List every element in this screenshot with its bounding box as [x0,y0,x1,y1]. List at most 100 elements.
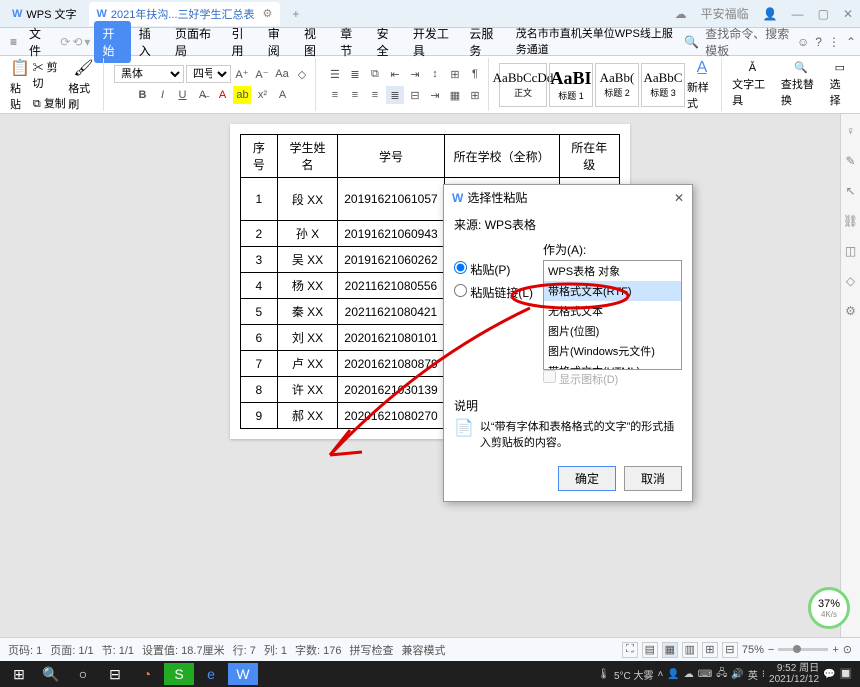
find-replace-button[interactable]: 🔍查找替换 [781,61,822,108]
tab-settings-icon[interactable]: ⚙ [263,7,273,20]
app-task-3[interactable]: e [196,663,226,685]
font-color-icon[interactable]: A [213,86,231,104]
format-item[interactable]: 图片(Windows元文件) [544,341,681,361]
collapse-ribbon-icon[interactable]: ⌃ [846,35,856,49]
more-icon[interactable]: ⋮ [828,35,840,49]
style-heading3[interactable]: AaBbC标题 3 [641,63,685,107]
help-icon[interactable]: ? [815,35,822,49]
increase-indent-icon[interactable]: ⇥ [406,65,424,83]
menu-start[interactable]: 开始 [94,21,130,63]
select-button[interactable]: ▭选择 [830,61,850,108]
app-task-wps[interactable]: W [228,663,258,685]
format-item[interactable]: 带格式文本(HTML) [544,361,681,370]
style-heading1[interactable]: AaBI标题 1 [549,63,593,107]
shrink-font-icon[interactable]: A⁻ [253,65,271,83]
app-tab[interactable]: W WPS 文字 [4,2,85,26]
tray-volume-icon[interactable]: 🔊 [731,669,743,680]
view-outline-icon[interactable]: ⊞ [702,642,718,658]
format-item[interactable]: 图片(位图) [544,321,681,341]
alignment-icon[interactable]: ⊞ [446,65,464,83]
window-close-button[interactable]: ✕ [840,7,856,21]
tray-chevron-icon[interactable]: ˄ [658,669,664,680]
tray-ime[interactable]: 英 [748,667,758,682]
show-marks-icon[interactable]: ¶ [466,65,484,83]
sidebar-settings-icon[interactable]: ⚙ [845,304,856,318]
sidebar-chain-icon[interactable]: ⛓ [843,214,858,228]
align-left-icon[interactable]: ≡ [326,86,344,104]
style-normal[interactable]: AaBbCcDd正文 [499,63,547,107]
zoom-value[interactable]: 75% [742,644,764,656]
dialog-close-button[interactable]: ✕ [674,191,684,205]
font-size-combo[interactable]: 四号 [186,65,231,83]
tab-stop-icon[interactable]: ⇥ [426,86,444,104]
menu-page-layout[interactable]: 页面布局 [167,21,224,63]
copy-icon[interactable]: ⧉ [33,98,41,110]
user-name[interactable]: 平安福临 [698,5,752,22]
new-style-button[interactable]: A̲新样式 [687,59,717,111]
sidebar-shapes-icon[interactable]: ◇ [846,274,855,288]
highlight-icon[interactable]: ab [233,86,251,104]
sidebar-filter-icon[interactable]: ♀ [846,124,855,138]
paste-label[interactable]: 粘贴 [10,80,31,112]
paste-link-radio[interactable]: 粘贴链接(L) [454,284,533,301]
bold-icon[interactable]: B [133,86,151,104]
bullet-list-icon[interactable]: ☰ [326,65,344,83]
menu-review[interactable]: 审阅 [260,21,296,63]
status-pages[interactable]: 页面: 1/1 [50,642,93,658]
align-justify-icon[interactable]: ≣ [386,86,404,104]
tray-cloud-icon[interactable]: ☁ [684,669,694,680]
menu-devtools[interactable]: 开发工具 [405,21,462,63]
user-avatar-icon[interactable]: 👤 [760,7,781,21]
menu-sections[interactable]: 章节 [332,21,368,63]
menu-view[interactable]: 视图 [296,21,332,63]
status-pos[interactable]: 设置值: 18.7厘米 [142,642,225,658]
multilevel-list-icon[interactable]: ⧉ [366,65,384,83]
menu-insert[interactable]: 插入 [131,21,167,63]
clear-format-icon[interactable]: ◇ [293,65,311,83]
status-compat[interactable]: 兼容模式 [402,642,446,658]
cut-icon[interactable]: ✂ [33,62,44,74]
tray-notify-icon[interactable]: 💬 [823,669,835,680]
file-menu[interactable]: 文件 [23,25,56,59]
view-web-icon[interactable]: ▥ [682,642,698,658]
zoom-out-button[interactable]: − [768,644,774,656]
window-maximize-button[interactable]: ▢ [815,7,832,21]
zoom-in-button[interactable]: + [832,644,838,656]
menu-cloud[interactable]: 云服务 [461,21,507,63]
view-fullscreen-icon[interactable]: ⛶ [622,642,638,658]
format-item[interactable]: WPS表格 对象 [544,261,681,281]
paste-radio[interactable]: 粘贴(P) [454,261,533,278]
view-read-icon[interactable]: ▦ [662,642,678,658]
font-border-icon[interactable]: A [273,86,291,104]
ok-button[interactable]: 确定 [558,466,616,491]
tray-keyboard-icon[interactable]: ⌨ [698,669,712,680]
task-view-button[interactable]: ⊟ [100,663,130,685]
status-section[interactable]: 节: 1/1 [102,642,134,658]
superscript-icon[interactable]: x² [253,86,271,104]
app-task-2[interactable]: S [164,663,194,685]
borders-icon[interactable]: ⊞ [466,86,484,104]
start-button[interactable]: ⊞ [4,663,34,685]
sidebar-layers-icon[interactable]: ◫ [845,244,856,258]
italic-icon[interactable]: I [153,86,171,104]
tray-clock[interactable]: 9:52 周日 2021/12/12 [769,663,819,685]
status-page[interactable]: 页码: 1 [8,642,42,658]
cancel-button[interactable]: 取消 [624,466,682,491]
cortana-button[interactable]: ○ [68,663,98,685]
status-spellcheck[interactable]: 拼写检查 [350,642,394,658]
dropdown-nav-icon[interactable]: ▾ [84,35,90,49]
search-button[interactable]: 🔍 [36,663,66,685]
number-list-icon[interactable]: ≣ [346,65,364,83]
tray-ime-mode-icon[interactable]: ⁝ [762,669,765,680]
tray-network-icon[interactable]: 🖧 [716,666,727,683]
change-case-icon[interactable]: Aa [273,65,291,83]
hamburger-icon[interactable]: ≡ [4,35,23,49]
format-item[interactable]: 无格式文本 [544,301,681,321]
copy-label[interactable]: 复制 [44,98,66,110]
weather-icon[interactable]: 🌡 [597,669,610,680]
shading-icon[interactable]: ▦ [446,86,464,104]
underline-icon[interactable]: U [173,86,191,104]
new-tab-button[interactable]: + [292,7,299,21]
view-print-icon[interactable]: ▤ [642,642,658,658]
zoom-slider[interactable] [778,648,828,651]
